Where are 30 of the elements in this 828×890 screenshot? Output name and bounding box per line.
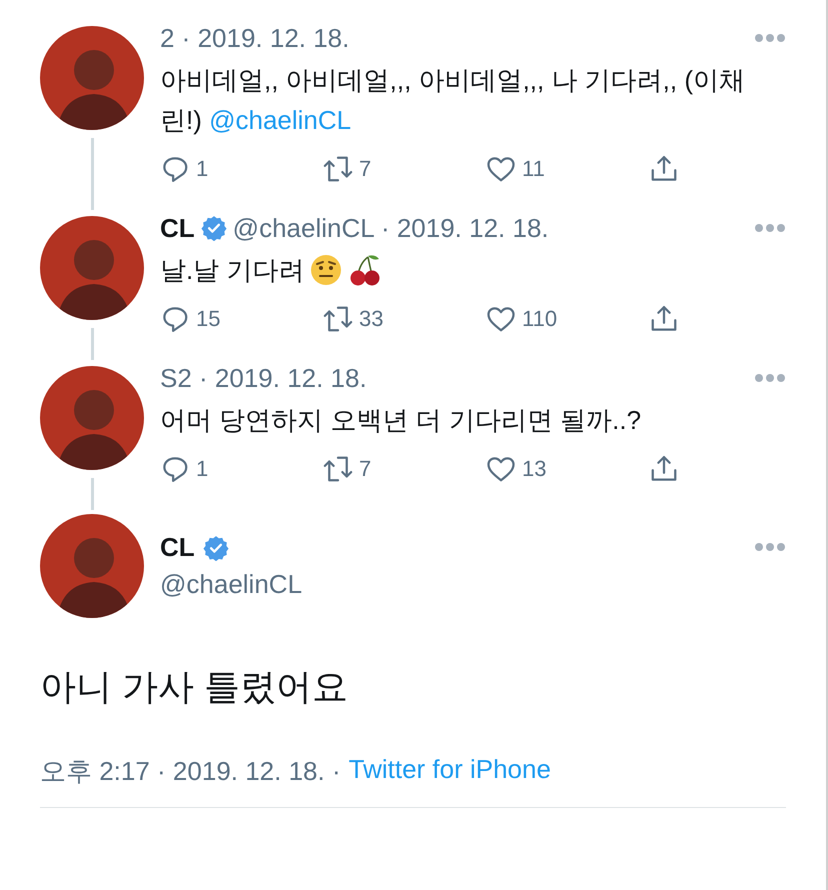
reply-count: 1 <box>196 156 208 182</box>
tweet-timestamp: 오후 2:17 · 2019. 12. 18. · <box>40 755 341 788</box>
emoji-face-icon <box>310 254 342 286</box>
share-icon[interactable] <box>649 454 679 484</box>
retweet-icon[interactable] <box>323 304 353 334</box>
like-count: 110 <box>522 306 558 332</box>
tweet-meta: @chaelinCL · 2019. 12. 18. <box>232 212 549 244</box>
like-count: 11 <box>522 156 545 182</box>
cherry-icon <box>348 253 382 287</box>
retweet-count: 7 <box>359 156 372 182</box>
like-count: 13 <box>522 456 546 482</box>
mention-link[interactable]: @chaelinCL <box>209 105 352 135</box>
retweet-icon[interactable] <box>323 454 353 484</box>
tweet-meta: 2 · 2019. 12. 18. <box>160 22 350 54</box>
tweet-meta: S2 · 2019. 12. 18. <box>160 362 367 394</box>
retweet-count: 33 <box>359 306 384 332</box>
share-icon[interactable] <box>649 304 679 334</box>
tweet-text: 아비데얼,, 아비데얼,,, 아비데얼,,, 나 기다려,, (이채린!) @chaelinCL <box>160 64 746 137</box>
user-name[interactable]: CL <box>160 212 195 244</box>
reply-count: 15 <box>196 306 220 332</box>
user-handle[interactable]: @chaelinCL <box>160 569 738 600</box>
source-link[interactable]: Twitter for iPhone <box>348 754 551 789</box>
tweet-text: 아니 가사 틀렸어요 <box>40 665 350 709</box>
user-name[interactable]: CL <box>160 532 195 563</box>
tweet-text: 어머 당연하지 오백년 더 기다리면 될까..? <box>160 404 642 437</box>
tweet-text: 날.날 기다려 <box>160 254 304 287</box>
share-icon[interactable] <box>649 154 679 184</box>
retweet-icon[interactable] <box>323 154 353 184</box>
reply-count: 1 <box>196 456 208 482</box>
retweet-count: 7 <box>359 456 372 482</box>
